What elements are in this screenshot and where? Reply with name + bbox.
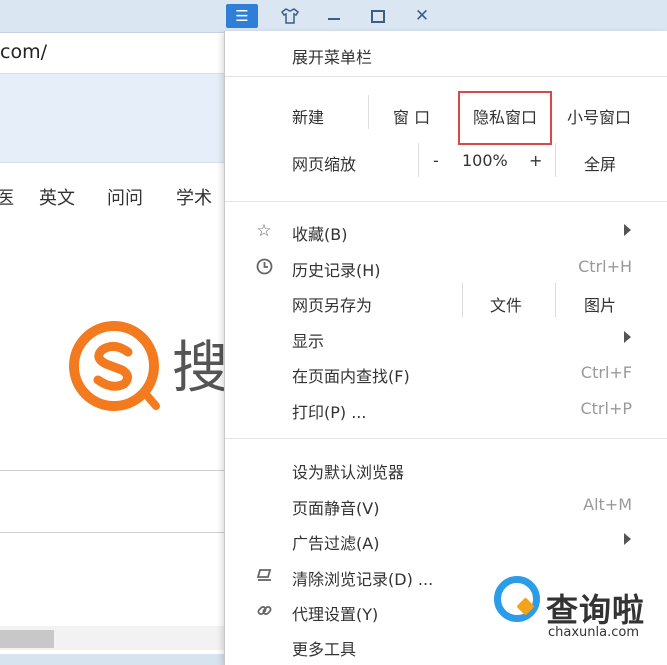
favorites-item[interactable]: 收藏(B) — [292, 221, 347, 245]
menu-button[interactable]: ☰ — [226, 4, 258, 28]
more-tools-item[interactable]: 更多工具 — [292, 636, 356, 660]
main-menu: 展开菜单栏 新建 窗 口 隐私窗口 小号窗口 网页缩放 - 100% + 全屏 … — [224, 31, 667, 665]
highlight-box — [458, 91, 552, 145]
nav-link-medical[interactable]: 医 — [0, 184, 14, 210]
minimize-button[interactable] — [318, 4, 350, 28]
divider — [0, 470, 225, 471]
history-shortcut: Ctrl+H — [578, 257, 632, 276]
zoom-in-button[interactable]: + — [529, 151, 542, 170]
save-image-item[interactable]: 图片 — [584, 292, 616, 316]
proxy-settings-item[interactable]: 代理设置(Y) — [292, 601, 378, 625]
new-window-item[interactable]: 窗 口 — [393, 104, 430, 128]
hamburger-icon: ☰ — [235, 7, 249, 25]
zoom-value: 100% — [462, 151, 508, 170]
maximize-icon — [371, 9, 385, 23]
divider — [418, 143, 419, 177]
clock-icon — [254, 256, 274, 276]
title-bar: ☰ ✕ — [0, 0, 667, 33]
close-icon: ✕ — [414, 6, 430, 26]
divider — [368, 95, 369, 129]
mute-shortcut: Alt+M — [583, 495, 632, 514]
link-icon — [254, 600, 274, 620]
logo-text: 搜 — [172, 336, 228, 401]
menu-separator — [225, 201, 667, 202]
close-button[interactable]: ✕ — [406, 4, 438, 28]
clear-history-item[interactable]: 清除浏览记录(D) ... — [292, 566, 433, 590]
zoom-label: 网页缩放 — [292, 155, 357, 174]
small-window-item[interactable]: 小号窗口 — [567, 104, 631, 128]
toolbar-area — [0, 74, 227, 163]
find-shortcut: Ctrl+F — [580, 363, 632, 382]
submenu-arrow-icon — [624, 533, 631, 545]
set-default-browser-item[interactable]: 设为默认浏览器 — [292, 459, 404, 483]
skin-button[interactable] — [274, 4, 306, 28]
save-file-item[interactable]: 文件 — [490, 292, 522, 316]
sogou-logo — [69, 321, 160, 411]
menu-separator — [225, 438, 667, 439]
find-in-page-item[interactable]: 在页面内查找(F) — [292, 363, 410, 387]
address-bar[interactable]: com/ — [0, 33, 227, 74]
divider — [555, 283, 556, 317]
url-text: com/ — [0, 41, 47, 63]
history-item[interactable]: 历史记录(H) — [292, 257, 381, 281]
nav-link-academic[interactable]: 学术 — [176, 184, 212, 210]
watermark-subtitle: chaxunla.com — [548, 625, 639, 640]
eraser-icon — [254, 565, 274, 585]
watermark-logo-icon — [494, 576, 540, 622]
minimize-icon — [328, 18, 340, 20]
submenu-arrow-icon — [624, 224, 631, 236]
submenu-arrow-icon — [624, 331, 631, 343]
search-nav: 医 英文 问问 学术 — [0, 184, 227, 214]
display-item[interactable]: 显示 — [292, 328, 324, 352]
expand-menubar-item[interactable]: 展开菜单栏 — [292, 44, 372, 68]
divider — [462, 283, 463, 317]
print-item[interactable]: 打印(P) ... — [292, 399, 366, 423]
save-page-label: 网页另存为 — [292, 296, 373, 315]
scrollbar-thumb[interactable] — [0, 630, 54, 648]
print-shortcut: Ctrl+P — [580, 399, 632, 418]
new-label: 新建 — [292, 108, 325, 127]
fullscreen-item[interactable]: 全屏 — [584, 151, 616, 175]
nav-link-wenwen[interactable]: 问问 — [107, 184, 143, 210]
maximize-button[interactable] — [362, 4, 394, 28]
zoom-out-button[interactable]: - — [433, 151, 439, 170]
nav-link-english[interactable]: 英文 — [39, 184, 75, 210]
status-bar — [0, 654, 225, 665]
star-icon: ☆ — [256, 221, 272, 241]
divider — [0, 532, 225, 533]
menu-separator — [225, 76, 667, 77]
divider — [555, 143, 556, 177]
mute-page-item[interactable]: 页面静音(V) — [292, 495, 379, 519]
shirt-icon — [281, 8, 299, 24]
ad-filter-item[interactable]: 广告过滤(A) — [292, 530, 379, 554]
